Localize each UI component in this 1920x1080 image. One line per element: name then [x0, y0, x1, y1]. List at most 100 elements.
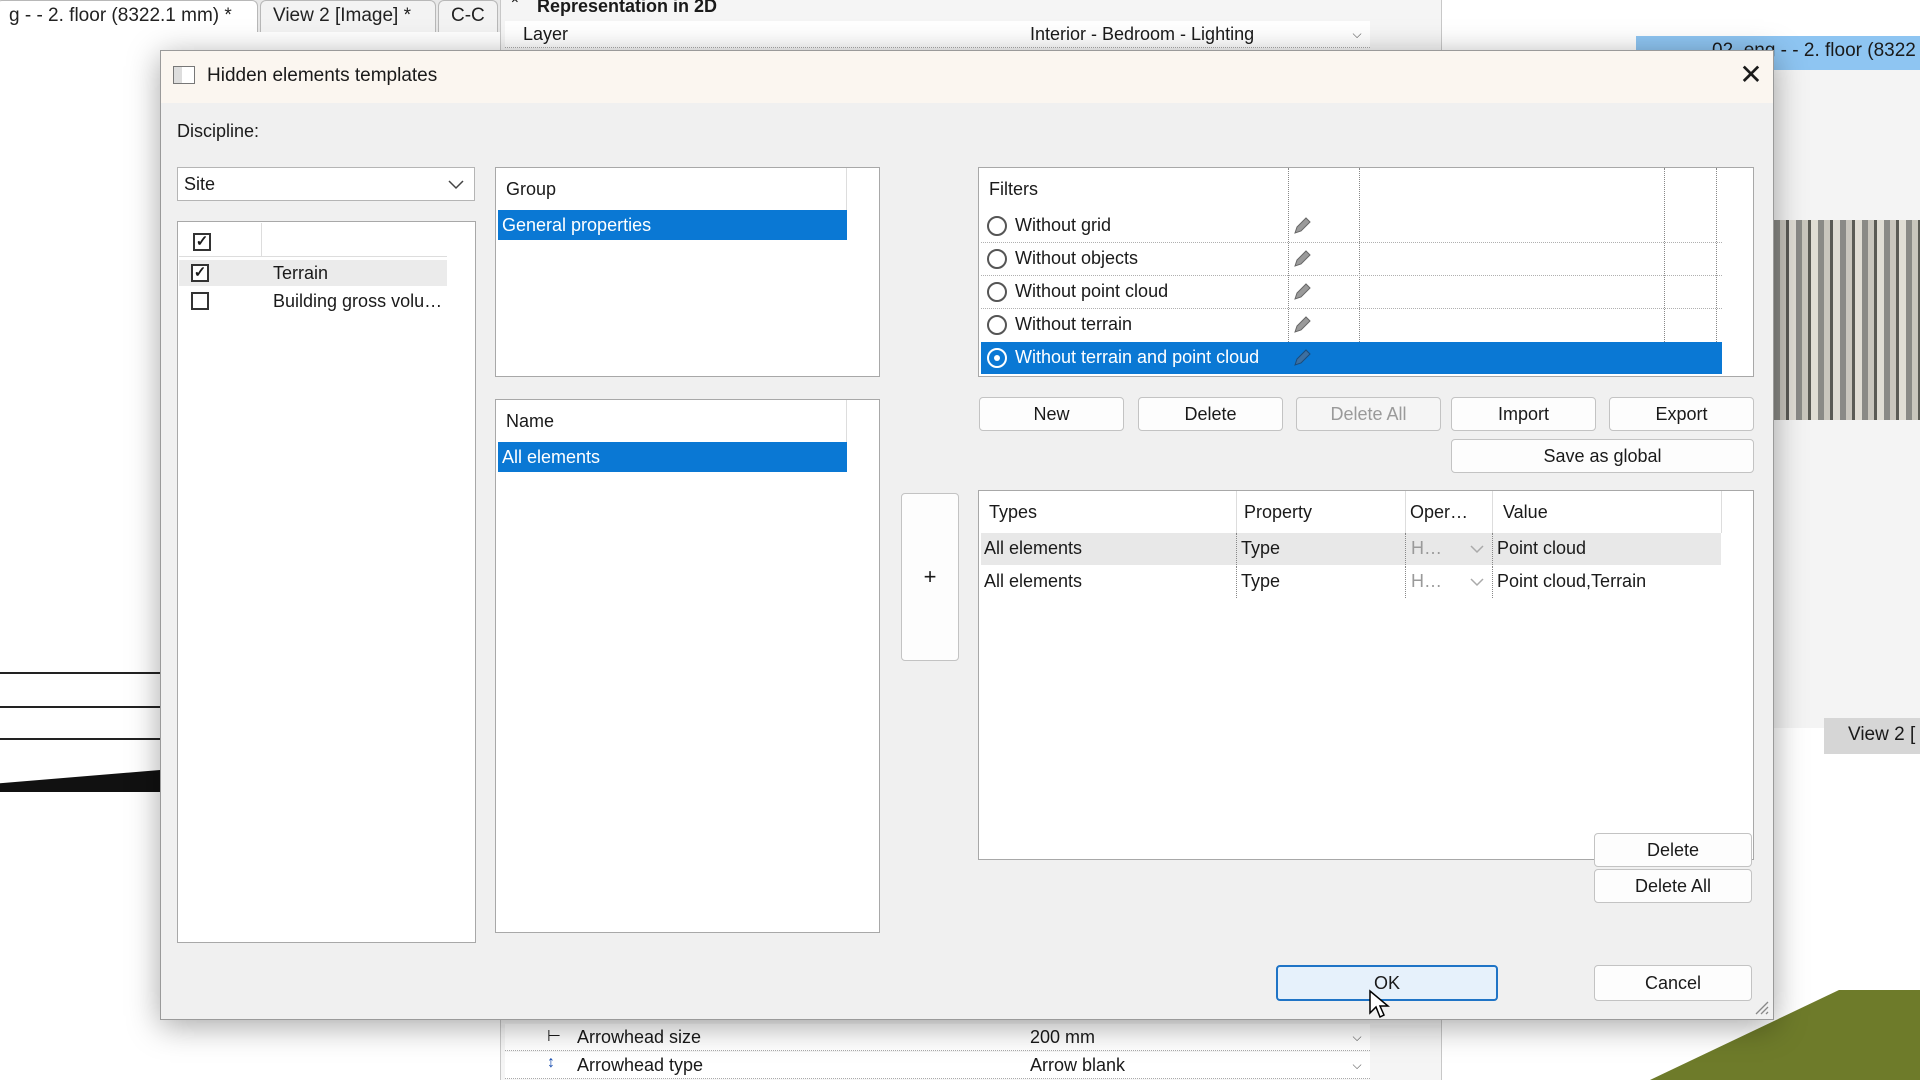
- hidden-elements-dialog: Hidden elements templates ✕ Discipline: …: [160, 50, 1774, 1020]
- list-item-label: Building gross volu…: [273, 291, 443, 311]
- add-rule-button[interactable]: +: [901, 493, 959, 661]
- drawing-line: [0, 738, 160, 740]
- properties-section-header[interactable]: ⌃ Representation in 2D: [505, 0, 1365, 16]
- list-item-label: Terrain: [273, 263, 329, 283]
- cell-divider: [1236, 533, 1237, 565]
- rules-table: Types Property Oper… Value All elements …: [978, 490, 1754, 860]
- filter-radio[interactable]: [987, 348, 1007, 368]
- name-list: Name All elements: [495, 399, 880, 933]
- rule-value: Point cloud: [1497, 538, 1587, 558]
- right-view2-tab[interactable]: View 2 [: [1824, 718, 1920, 754]
- dialog-title: Hidden elements templates: [207, 65, 438, 86]
- column-divider: [1492, 491, 1493, 533]
- chevron-down-icon[interactable]: ⌵: [1345, 1053, 1369, 1077]
- import-button[interactable]: Import: [1451, 397, 1596, 431]
- filter-row[interactable]: Without objects: [981, 243, 1722, 275]
- property-label: Arrowhead type: [577, 1055, 704, 1075]
- property-value: 200 mm: [1030, 1027, 1096, 1047]
- pencil-icon[interactable]: [1291, 248, 1313, 270]
- pencil-icon[interactable]: [1291, 281, 1313, 303]
- filter-row[interactable]: Without point cloud: [981, 276, 1722, 308]
- delete-all-filters-button[interactable]: Delete All: [1296, 397, 1441, 431]
- document-tab-view2[interactable]: View 2 [Image] *: [260, 0, 436, 32]
- drawing-line: [0, 706, 160, 708]
- column-divider: [846, 400, 847, 442]
- pencil-icon[interactable]: [1291, 215, 1313, 237]
- arrowhead-size-icon: ⊢: [547, 1028, 561, 1045]
- point-cloud-image: [1774, 220, 1920, 420]
- document-tab-floor[interactable]: g - - 2. floor (8322.1 mm) *: [0, 0, 258, 32]
- column-divider: [261, 223, 262, 257]
- property-row-layer[interactable]: Layer Interior - Bedroom - Lighting ⌵: [505, 21, 1370, 48]
- chevron-down-icon[interactable]: ⌵: [1345, 22, 1369, 46]
- cell-divider: [1405, 533, 1406, 565]
- rule-property: Type: [1241, 571, 1281, 591]
- group-list: Group General properties: [495, 167, 880, 377]
- resize-grip-icon[interactable]: [1753, 999, 1769, 1015]
- drawing-wall: [0, 770, 160, 792]
- filter-label: Without terrain: [1015, 314, 1133, 334]
- new-filter-button[interactable]: New: [979, 397, 1124, 431]
- column-divider: [1405, 491, 1406, 533]
- cell-divider: [1492, 533, 1493, 565]
- filter-radio[interactable]: [987, 216, 1007, 236]
- chevron-down-icon[interactable]: [1470, 578, 1484, 587]
- mouse-cursor-icon: [1369, 989, 1390, 1019]
- terrain-checkbox[interactable]: ✓: [191, 264, 209, 282]
- column-header-value: Value: [1503, 502, 1548, 522]
- list-header-row: ✓: [179, 223, 447, 257]
- delete-filter-button[interactable]: Delete: [1138, 397, 1283, 431]
- dialog-titlebar[interactable]: Hidden elements templates ✕: [161, 51, 1773, 103]
- save-as-global-button[interactable]: Save as global: [1451, 439, 1754, 473]
- chevron-down-icon: [448, 180, 464, 190]
- cancel-button[interactable]: Cancel: [1594, 965, 1752, 1001]
- dialog-app-icon: [173, 66, 195, 84]
- rule-operator[interactable]: H…: [1411, 538, 1442, 559]
- rule-operator[interactable]: H…: [1411, 571, 1442, 592]
- name-header: Name: [506, 411, 555, 431]
- property-row-arrowhead-type[interactable]: ↕ Arrowhead type Arrow blank ⌵: [505, 1052, 1370, 1079]
- property-label: Arrowhead size: [577, 1027, 702, 1047]
- column-header-operator: Oper…: [1410, 502, 1469, 522]
- rule-value: Point cloud,Terrain: [1497, 571, 1647, 591]
- list-item[interactable]: Building gross volu…: [179, 288, 447, 314]
- filter-label: Without objects: [1015, 248, 1139, 268]
- pencil-icon[interactable]: [1291, 347, 1313, 369]
- delete-rule-button[interactable]: Delete: [1594, 833, 1752, 867]
- building-gross-volume-checkbox[interactable]: [191, 292, 209, 310]
- group-item-selected[interactable]: General properties: [498, 210, 847, 240]
- document-tab-section[interactable]: C-C: [438, 0, 498, 32]
- collapse-icon[interactable]: ⌃: [509, 0, 521, 13]
- chevron-down-icon[interactable]: [1470, 545, 1484, 554]
- cell-divider: [1492, 566, 1493, 598]
- filter-radio[interactable]: [987, 315, 1007, 335]
- filter-row[interactable]: Without grid: [981, 210, 1722, 242]
- select-all-checkbox[interactable]: ✓: [193, 233, 211, 251]
- rule-types: All elements: [984, 571, 1083, 591]
- export-button[interactable]: Export: [1609, 397, 1754, 431]
- filter-row-selected[interactable]: Without terrain and point cloud: [981, 342, 1722, 374]
- chevron-down-icon[interactable]: ⌵: [1345, 1025, 1369, 1049]
- element-type-list: ✓ ✓ Terrain Building gross volu…: [177, 221, 476, 943]
- column-divider: [1721, 491, 1722, 533]
- table-row[interactable]: All elements Type H… Point cloud,Terrain: [981, 566, 1721, 598]
- filter-radio[interactable]: [987, 282, 1007, 302]
- properties-section-title: Representation in 2D: [537, 0, 718, 16]
- table-row[interactable]: All elements Type H… Point cloud: [981, 533, 1721, 565]
- pencil-icon[interactable]: [1291, 314, 1313, 336]
- delete-all-rules-button[interactable]: Delete All: [1594, 869, 1752, 903]
- discipline-value: Site: [184, 174, 216, 194]
- rule-types: All elements: [984, 538, 1083, 558]
- list-item[interactable]: ✓ Terrain: [179, 260, 447, 286]
- property-row-arrowhead-size[interactable]: ⊢ Arrowhead size 200 mm ⌵: [505, 1024, 1370, 1051]
- column-divider: [846, 168, 847, 210]
- property-label: Layer: [523, 24, 569, 44]
- property-value: Interior - Bedroom - Lighting: [1030, 24, 1255, 44]
- filter-row[interactable]: Without terrain: [981, 309, 1722, 341]
- rule-property: Type: [1241, 538, 1281, 558]
- filter-label: Without point cloud: [1015, 281, 1169, 301]
- name-item-selected[interactable]: All elements: [498, 442, 847, 472]
- close-icon[interactable]: ✕: [1735, 59, 1767, 91]
- discipline-select[interactable]: Site: [177, 167, 475, 201]
- filter-radio[interactable]: [987, 249, 1007, 269]
